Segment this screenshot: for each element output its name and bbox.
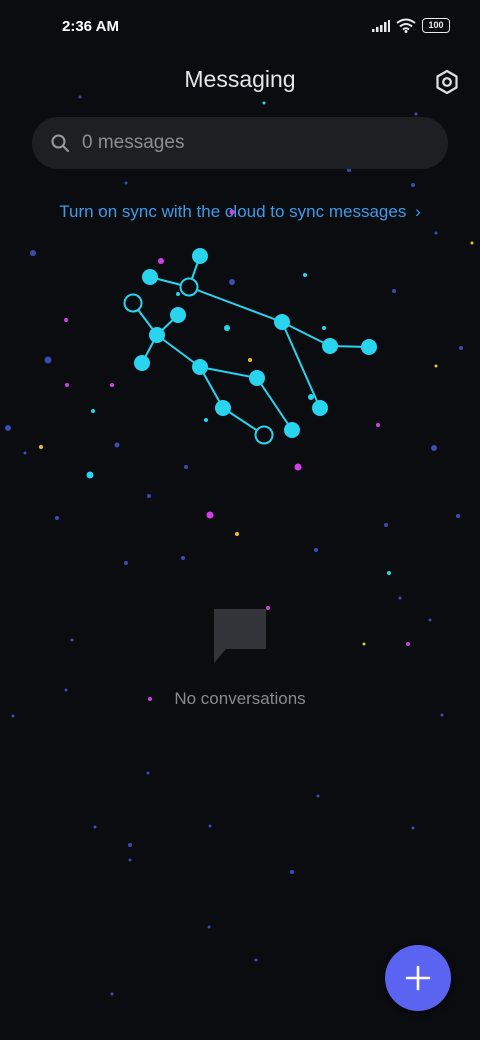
chevron-right-icon: › — [415, 202, 421, 221]
status-time: 2:36 AM — [62, 18, 119, 35]
search-icon — [51, 134, 69, 152]
search-input[interactable] — [80, 131, 424, 155]
page-title: Messaging — [184, 66, 296, 92]
search-bar[interactable] — [32, 117, 448, 169]
settings-gear-icon[interactable] — [433, 68, 461, 96]
empty-state-label: No conversations — [174, 689, 306, 708]
constellation-stars — [134, 248, 377, 438]
signal-icon — [372, 19, 390, 32]
plus-icon — [405, 965, 431, 991]
wifi-icon — [396, 18, 416, 33]
starfield — [5, 95, 463, 996]
sync-link[interactable]: Turn on sync with the cloud to sync mess… — [0, 202, 480, 222]
battery-icon: 100 — [422, 18, 450, 33]
new-message-button[interactable] — [385, 945, 451, 1011]
chat-bubble-icon — [214, 609, 266, 663]
sync-link-label: Turn on sync with the cloud to sync mess… — [59, 202, 407, 221]
status-icons: 100 — [372, 18, 450, 33]
